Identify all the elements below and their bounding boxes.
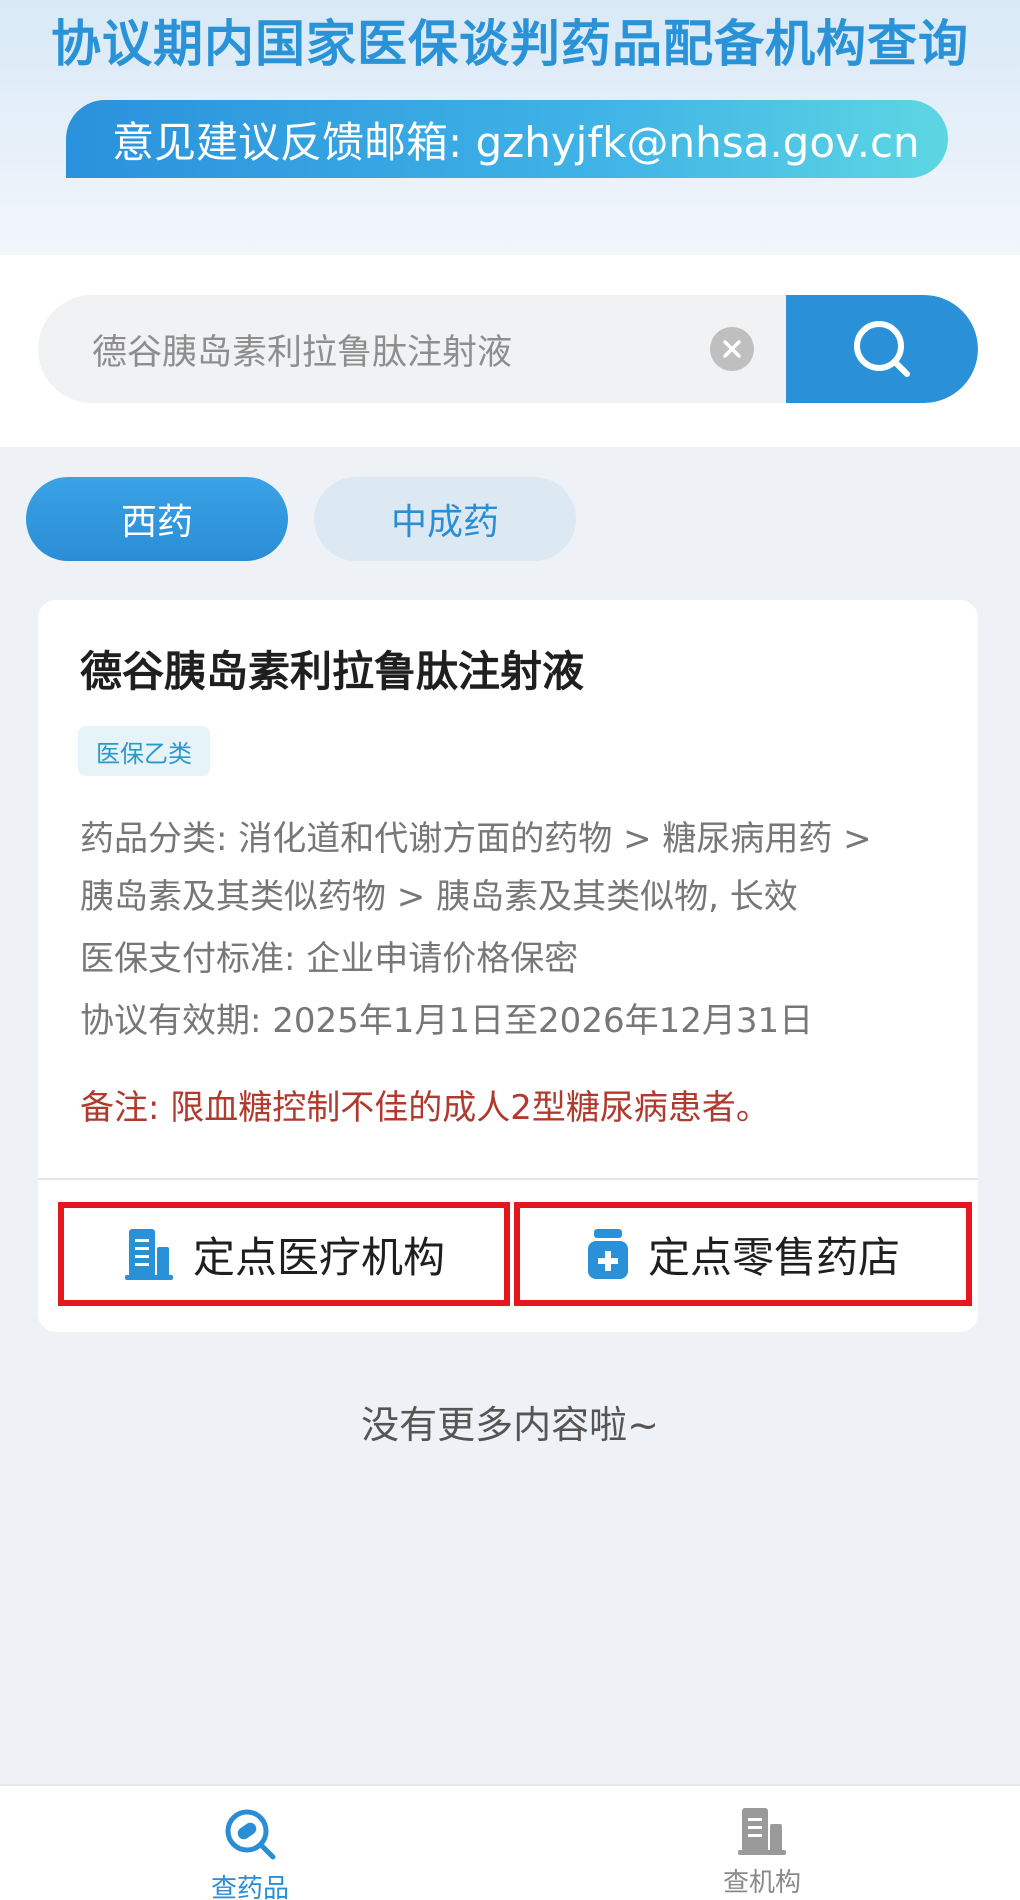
drug-search-icon	[225, 1809, 276, 1860]
header: 协议期内国家医保谈判药品配备机构查询 意见建议反馈邮箱: gzhyjfk@nhs…	[0, 0, 1020, 255]
search-area	[0, 255, 1020, 447]
nav-item-drug-search[interactable]: 查药品	[150, 1806, 350, 1900]
medicine-bottle-icon	[587, 1229, 628, 1279]
nav-label-institution-search: 查机构	[722, 1868, 801, 1898]
page-title: 协议期内国家医保谈判药品配备机构查询	[51, 15, 969, 73]
tab-chinese-patent-medicine[interactable]: 中成药	[314, 477, 576, 561]
building-icon	[124, 1229, 173, 1280]
no-more-content-text: 没有更多内容啦~	[361, 1403, 659, 1447]
search-box	[38, 295, 978, 403]
drug-card: 德谷胰岛素利拉鲁肽注射液 医保乙类 药品分类: 消化道和代谢方面的药物 > 糖尿…	[38, 600, 978, 1332]
search-input[interactable]	[38, 295, 788, 403]
drug-info: 药品分类: 消化道和代谢方面的药物 > 糖尿病用药 > 胰岛素及其类似药物 > …	[80, 810, 950, 1050]
remark-text: 备注: 限血糖控制不佳的成人2型糖尿病患者。	[80, 1088, 770, 1128]
drug-category-line-2: 胰岛素及其类似药物 > 胰岛素及其类似物, 长效	[80, 877, 798, 917]
nav-item-institution-search[interactable]: 查机构	[662, 1806, 862, 1899]
drug-category-line-1: 药品分类: 消化道和代谢方面的药物 > 糖尿病用药 >	[80, 819, 872, 859]
divider	[38, 1178, 978, 1180]
nav-label-drug-search: 查药品	[210, 1874, 289, 1900]
drug-type-tabs: 西药 中成药	[26, 477, 576, 561]
designated-retail-pharmacy-label: 定点零售药店	[647, 1232, 900, 1282]
drug-name: 德谷胰岛素利拉鲁肽注射液	[80, 647, 585, 696]
feedback-email-text: 意见建议反馈邮箱: gzhyjfk@nhsa.gov.cn	[112, 117, 920, 167]
designated-medical-institution-button[interactable]: 定点医疗机构	[58, 1202, 510, 1306]
payment-standard: 医保支付标准: 企业申请价格保密	[80, 939, 579, 979]
institution-building-icon	[738, 1808, 786, 1855]
bottom-nav: 查药品 查机构	[0, 1784, 1020, 1900]
clear-search-button[interactable]	[710, 327, 754, 371]
feedback-email-banner: 意见建议反馈邮箱: gzhyjfk@nhsa.gov.cn	[66, 100, 948, 178]
search-button[interactable]	[786, 295, 978, 403]
search-icon	[854, 321, 910, 377]
insurance-category-badge: 医保乙类	[78, 726, 210, 776]
designated-retail-pharmacy-button[interactable]: 定点零售药店	[514, 1202, 972, 1306]
close-circle-icon	[723, 340, 741, 358]
agreement-validity: 协议有效期: 2025年1月1日至2026年12月31日	[80, 1001, 814, 1041]
tab-western-medicine[interactable]: 西药	[26, 477, 288, 561]
designated-medical-institution-label: 定点医疗机构	[192, 1232, 445, 1282]
